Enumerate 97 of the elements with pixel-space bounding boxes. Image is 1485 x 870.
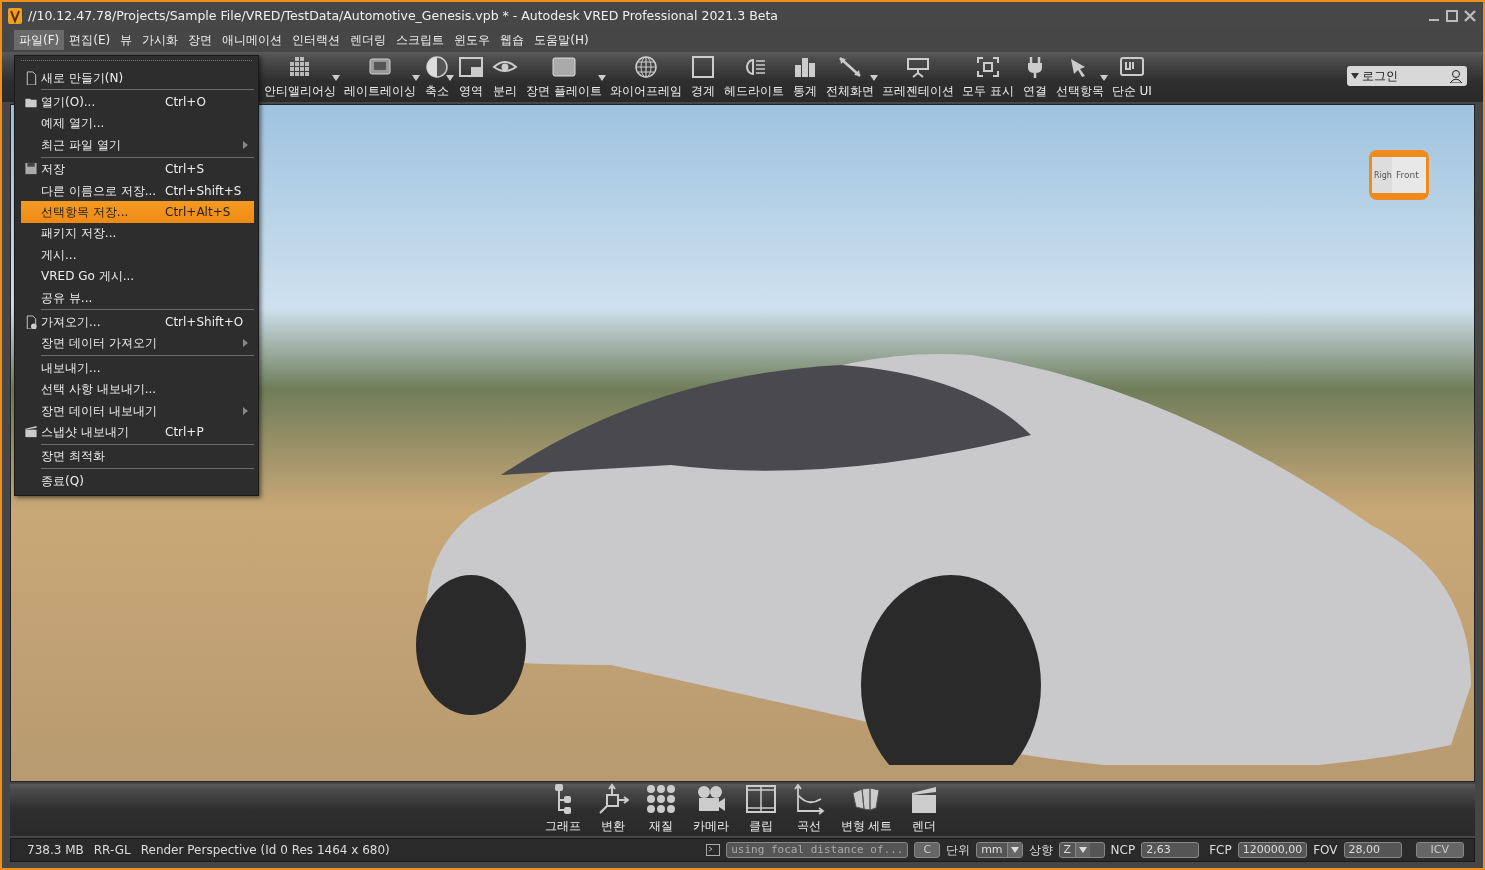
- toolbar-button[interactable]: 영역: [454, 55, 488, 100]
- menu-item[interactable]: 장면 데이터 가져오기: [21, 332, 254, 355]
- memory-text: 738.3 MB: [27, 842, 84, 859]
- menu-item[interactable]: 예제 열기...: [21, 112, 254, 135]
- menu-item[interactable]: 게시...: [21, 244, 254, 266]
- menu-item[interactable]: 선택항목 저장... Ctrl+Alt+S: [21, 201, 254, 223]
- view-cube-drawing[interactable]: Righ Front: [1368, 149, 1430, 201]
- ui-icon: [1118, 55, 1145, 79]
- toolbar-button[interactable]: 헤드라이트: [719, 55, 788, 100]
- menu-item[interactable]: 애니메이션: [217, 30, 288, 50]
- square-icon: [689, 55, 716, 79]
- screen-icon: [550, 55, 577, 79]
- toolbar-button[interactable]: 와이어프레임: [605, 55, 686, 100]
- easel-icon: [904, 55, 931, 79]
- maximize-icon[interactable]: [1445, 9, 1459, 23]
- menu-item[interactable]: 인터랙션: [287, 30, 346, 50]
- fcp-label: FCP: [1209, 842, 1232, 859]
- menu-item[interactable]: 공유 뷰...: [21, 286, 254, 309]
- toolbar-button[interactable]: 모두 표시: [957, 55, 1018, 100]
- render-info-text: Render Perspective (Id 0 Res 1464 x 680): [140, 842, 390, 859]
- menu-item[interactable]: 최근 파일 열기: [21, 134, 254, 156]
- fov-field[interactable]: 28,00: [1343, 842, 1402, 858]
- menu-item[interactable]: 파일(F): [14, 30, 65, 50]
- menu-item[interactable]: 선택 사항 내보내기...: [21, 378, 254, 400]
- menu-item[interactable]: 다른 이름으로 저장... Ctrl+Shift+S: [21, 179, 254, 202]
- fcp-field[interactable]: 120000,00: [1237, 842, 1308, 858]
- window-icon: [458, 55, 484, 79]
- document-icon: [24, 70, 38, 85]
- graph-icon: [553, 783, 572, 815]
- dock-button[interactable]: 렌더: [900, 783, 949, 835]
- dock-button[interactable]: 카메라: [684, 783, 737, 835]
- dock-button[interactable]: 변형 세트: [832, 783, 901, 835]
- menu-item[interactable]: 도움말(H): [529, 30, 594, 50]
- fov-label: FOV: [1313, 842, 1338, 859]
- dock-button[interactable]: 그래프: [536, 783, 589, 835]
- toolbar-button[interactable]: 프레젠테이션: [877, 55, 958, 100]
- toolbar-button[interactable]: 장면 플레이트: [522, 55, 606, 100]
- dropdown-field[interactable]: Z: [1058, 842, 1105, 858]
- menu-item[interactable]: 저장 Ctrl+S: [21, 158, 254, 180]
- toolbar-button[interactable]: 연결: [1017, 55, 1052, 100]
- ncp-label: NCP: [1110, 842, 1136, 859]
- toolbar-button[interactable]: 통계: [787, 55, 822, 100]
- login-field[interactable]: 로그인: [1347, 66, 1467, 86]
- toolbar-button[interactable]: 분리: [488, 55, 522, 100]
- dock-button[interactable]: 클립: [736, 783, 785, 835]
- curve-icon: [792, 783, 825, 815]
- dropdown-field[interactable]: mm: [976, 842, 1023, 858]
- window-title: //10.12.47.78/Projects/Sample File/VRED/TestData/Automotive_Genesis.vpb * - Autodesk VRED Professional 2021.3 Beta: [28, 6, 778, 25]
- menu-item[interactable]: 가시화: [137, 30, 184, 50]
- menu-item[interactable]: 열기(O)... Ctrl+O: [21, 91, 254, 113]
- menu-item[interactable]: 편집(E): [64, 30, 116, 50]
- menu-item[interactable]: 스크립트: [391, 30, 450, 50]
- close-icon[interactable]: [1463, 9, 1477, 23]
- toolbar-button[interactable]: 선택항목: [1051, 55, 1108, 100]
- dropdown-arrow-icon: [1010, 847, 1019, 853]
- menu-item[interactable]: 새로 만들기(N): [21, 67, 254, 89]
- up-axis-label: 상향: [1028, 842, 1053, 859]
- toolbar-button[interactable]: 안티앨리어싱: [260, 55, 340, 100]
- menu-item[interactable]: 패키지 저장...: [21, 222, 254, 245]
- toolbar-button[interactable]: 축소: [420, 55, 454, 100]
- menu-item[interactable]: 장면 최적화: [21, 445, 254, 468]
- menu-item[interactable]: 스냅샷 내보내기 Ctrl+P: [21, 421, 254, 443]
- dropdown-arrow-icon: [1351, 73, 1359, 79]
- app-logo-icon: [8, 8, 22, 24]
- toolbar-button[interactable]: 전체화면: [821, 55, 878, 100]
- menu-item[interactable]: 장면 데이터 내보내기: [21, 399, 254, 422]
- menu-item[interactable]: 종료(Q): [21, 470, 254, 492]
- film-icon: [744, 783, 777, 815]
- menu-item[interactable]: 장면: [183, 30, 218, 50]
- floppy-icon: [24, 162, 38, 177]
- menu-item[interactable]: 뷰: [115, 30, 138, 50]
- menu-item[interactable]: 내보내기...: [21, 357, 254, 379]
- menu-item[interactable]: 렌더링: [345, 30, 392, 50]
- toolbar-button[interactable]: 경계: [685, 55, 720, 100]
- menu-item[interactable]: 웹숍: [495, 30, 530, 50]
- globe-icon: [632, 55, 659, 79]
- icv-button[interactable]: ICV: [1415, 842, 1464, 858]
- dots-icon: [644, 783, 677, 815]
- clear-button[interactable]: C: [914, 842, 941, 858]
- toolbar-button[interactable]: 단순 UI: [1107, 55, 1156, 100]
- dock-button[interactable]: 변환: [588, 783, 637, 835]
- menu-item[interactable]: 윈도우: [449, 30, 496, 50]
- half-circle-icon: [424, 55, 450, 79]
- dropdown-arrow-icon: [1079, 847, 1088, 853]
- menu-item[interactable]: VRED Go 게시...: [21, 265, 254, 287]
- dock-button[interactable]: 곡선: [784, 783, 833, 835]
- dock-button[interactable]: 재질: [636, 783, 685, 835]
- ncp-field[interactable]: 2,63: [1141, 842, 1200, 858]
- toolbar-button[interactable]: 레이트레이싱: [340, 55, 420, 100]
- unit-label: 단위: [946, 842, 971, 859]
- user-icon: [1449, 69, 1463, 83]
- menu-item[interactable]: 가져오기... Ctrl+Shift+O: [21, 311, 254, 333]
- renderer-text: RR-GL: [93, 842, 131, 859]
- clapper-icon: [24, 424, 38, 439]
- console-icon[interactable]: [706, 844, 721, 856]
- expand-icon: [974, 55, 1001, 79]
- import-icon: [24, 315, 38, 329]
